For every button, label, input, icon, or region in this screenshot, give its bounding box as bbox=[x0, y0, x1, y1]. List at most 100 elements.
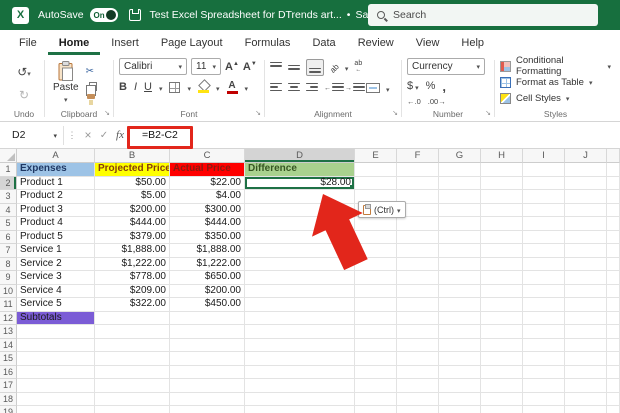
cell-K14[interactable] bbox=[607, 339, 620, 353]
row-header-3[interactable]: 3 bbox=[0, 190, 17, 204]
cell-E12[interactable] bbox=[355, 312, 397, 326]
cell-I11[interactable] bbox=[523, 298, 565, 312]
increase-indent-button[interactable]: → bbox=[345, 83, 360, 94]
cell-E13[interactable] bbox=[355, 325, 397, 339]
column-header-c[interactable]: C bbox=[170, 149, 245, 163]
cell-I13[interactable] bbox=[523, 325, 565, 339]
cell-H15[interactable] bbox=[481, 352, 523, 366]
cell-H18[interactable] bbox=[481, 393, 523, 407]
row-header-17[interactable]: 17 bbox=[0, 379, 17, 393]
percent-button[interactable]: % bbox=[426, 80, 436, 92]
decrease-indent-button[interactable]: ← bbox=[324, 83, 339, 94]
cell-G18[interactable] bbox=[439, 393, 481, 407]
paste-button[interactable]: Paste bbox=[50, 58, 82, 108]
cell-I3[interactable] bbox=[523, 190, 565, 204]
cell-F10[interactable] bbox=[397, 285, 439, 299]
cell-C10[interactable]: $200.00 bbox=[170, 285, 245, 299]
cell-G6[interactable] bbox=[439, 231, 481, 245]
cell-G16[interactable] bbox=[439, 366, 481, 380]
cell-E17[interactable] bbox=[355, 379, 397, 393]
tab-review[interactable]: Review bbox=[347, 30, 405, 55]
cell-A1[interactable]: Expenses bbox=[17, 163, 95, 177]
fill-color-button[interactable] bbox=[198, 81, 209, 93]
cell-G19[interactable] bbox=[439, 406, 481, 413]
cell-I12[interactable] bbox=[523, 312, 565, 326]
cell-E10[interactable] bbox=[355, 285, 397, 299]
cell-B15[interactable] bbox=[95, 352, 170, 366]
font-size-select[interactable]: 11 bbox=[191, 58, 221, 75]
cell-K11[interactable] bbox=[607, 298, 620, 312]
cell-E18[interactable] bbox=[355, 393, 397, 407]
comma-style-button[interactable]: , bbox=[442, 79, 446, 94]
cell-H19[interactable] bbox=[481, 406, 523, 413]
align-left-button[interactable] bbox=[270, 83, 282, 94]
cell-J9[interactable] bbox=[565, 271, 607, 285]
cell-D10[interactable] bbox=[245, 285, 355, 299]
cut-button[interactable] bbox=[86, 61, 94, 79]
cell-H7[interactable] bbox=[481, 244, 523, 258]
wrap-text-button[interactable] bbox=[354, 60, 362, 74]
cell-G9[interactable] bbox=[439, 271, 481, 285]
tab-help[interactable]: Help bbox=[450, 30, 495, 55]
cell-K7[interactable] bbox=[607, 244, 620, 258]
cell-I15[interactable] bbox=[523, 352, 565, 366]
cell-B17[interactable] bbox=[95, 379, 170, 393]
cell-C16[interactable] bbox=[170, 366, 245, 380]
cell-F1[interactable] bbox=[397, 163, 439, 177]
cell-A14[interactable] bbox=[17, 339, 95, 353]
cell-K8[interactable] bbox=[607, 258, 620, 272]
cell-I1[interactable] bbox=[523, 163, 565, 177]
cell-G11[interactable] bbox=[439, 298, 481, 312]
align-top-button[interactable] bbox=[270, 62, 282, 73]
cell-J8[interactable] bbox=[565, 258, 607, 272]
cell-J5[interactable] bbox=[565, 217, 607, 231]
cell-F12[interactable] bbox=[397, 312, 439, 326]
cell-I18[interactable] bbox=[523, 393, 565, 407]
cell-F7[interactable] bbox=[397, 244, 439, 258]
cell-E9[interactable] bbox=[355, 271, 397, 285]
cell-K13[interactable] bbox=[607, 325, 620, 339]
borders-button[interactable] bbox=[169, 82, 180, 93]
cell-E2[interactable] bbox=[355, 177, 397, 191]
cell-H16[interactable] bbox=[481, 366, 523, 380]
cell-J16[interactable] bbox=[565, 366, 607, 380]
cell-G10[interactable] bbox=[439, 285, 481, 299]
font-name-select[interactable]: Calibri bbox=[119, 58, 187, 75]
row-header-13[interactable]: 13 bbox=[0, 325, 17, 339]
cell-H4[interactable] bbox=[481, 204, 523, 218]
column-header-partial[interactable] bbox=[607, 149, 620, 163]
cell-G7[interactable] bbox=[439, 244, 481, 258]
cell-J1[interactable] bbox=[565, 163, 607, 177]
cell-A7[interactable]: Service 1 bbox=[17, 244, 95, 258]
align-center-button[interactable] bbox=[288, 83, 300, 94]
cell-K5[interactable] bbox=[607, 217, 620, 231]
cell-J2[interactable] bbox=[565, 177, 607, 191]
cell-C14[interactable] bbox=[170, 339, 245, 353]
cell-J15[interactable] bbox=[565, 352, 607, 366]
cell-E19[interactable] bbox=[355, 406, 397, 413]
cell-A10[interactable]: Service 4 bbox=[17, 285, 95, 299]
row-header-16[interactable]: 16 bbox=[0, 366, 17, 380]
cell-I9[interactable] bbox=[523, 271, 565, 285]
cell-K12[interactable] bbox=[607, 312, 620, 326]
cell-D12[interactable] bbox=[245, 312, 355, 326]
cell-A8[interactable]: Service 2 bbox=[17, 258, 95, 272]
cell-E1[interactable] bbox=[355, 163, 397, 177]
cell-D1[interactable]: Difference bbox=[245, 163, 355, 177]
cell-F18[interactable] bbox=[397, 393, 439, 407]
cell-A15[interactable] bbox=[17, 352, 95, 366]
row-header-8[interactable]: 8 bbox=[0, 258, 17, 272]
autosave-control[interactable]: AutoSave On bbox=[38, 8, 118, 22]
increase-decimal-button[interactable]: ←.0 bbox=[407, 97, 421, 106]
cell-E16[interactable] bbox=[355, 366, 397, 380]
row-header-6[interactable]: 6 bbox=[0, 231, 17, 245]
tab-file[interactable]: File bbox=[8, 30, 48, 55]
cell-D16[interactable] bbox=[245, 366, 355, 380]
cell-K18[interactable] bbox=[607, 393, 620, 407]
cell-H10[interactable] bbox=[481, 285, 523, 299]
name-box[interactable]: D2 bbox=[6, 126, 64, 145]
cell-F2[interactable] bbox=[397, 177, 439, 191]
column-header-i[interactable]: I bbox=[523, 149, 565, 163]
cell-B6[interactable]: $379.00 bbox=[95, 231, 170, 245]
cell-C5[interactable]: $444.00 bbox=[170, 217, 245, 231]
